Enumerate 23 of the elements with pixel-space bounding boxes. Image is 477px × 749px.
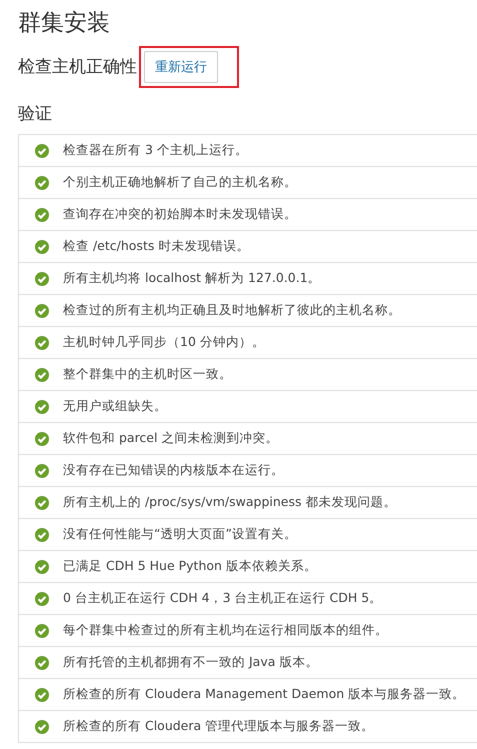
validation-heading: 验证 [18,103,53,126]
check-result: 每个群集中检查过的所有主机均在运行相同版本的组件。 [63,622,388,639]
check-result: 检查过的所有主机均正确且及时地解析了彼此的主机名称。 [63,302,401,319]
check-result: 所有主机均将 localhost 解析为 127.0.0.1。 [63,270,321,287]
section-heading: 检查主机正确性 [18,56,137,79]
check-result: 无用户或组缺失。 [63,398,167,415]
check-result: 没有存在已知错误的内核版本在运行。 [63,462,284,479]
check-result: 所检查的所有 Cloudera 管理代理版本与服务器一致。 [63,718,374,735]
check-result: 检查器在所有 3 个主机上运行。 [63,142,248,159]
check-result: 已满足 CDH 5 Hue Python 版本依赖关系。 [63,558,317,575]
check-result: 查询存在冲突的初始脚本时未发现错误。 [63,206,297,223]
check-result: 所有主机上的 /proc/sys/vm/swappiness 都未发现问题。 [63,494,396,511]
check-result: 软件包和 parcel 之间未检测到冲突。 [63,430,278,447]
check-result: 个别主机正确地解析了自己的主机名称。 [63,174,297,191]
check-result: 0 台主机正在运行 CDH 4，3 台主机正在运行 CDH 5。 [63,590,382,607]
check-result: 没有任何性能与“透明大页面”设置有关。 [63,526,297,543]
check-result: 所检查的所有 Cloudera Management Daemon 版本与服务器一致。 [63,686,466,703]
check-result: 检查 /etc/hosts 时未发现错误。 [63,238,250,255]
check-result: 所有托管的主机都拥有不一致的 Java 版本。 [63,654,318,671]
check-result: 整个群集中的主机时区一致。 [63,366,232,383]
rerun-button[interactable]: 重新运行 [144,51,218,83]
check-result: 主机时钟几乎同步（10 分钟内）。 [63,334,265,351]
page-title: 群集安装 [18,9,111,38]
